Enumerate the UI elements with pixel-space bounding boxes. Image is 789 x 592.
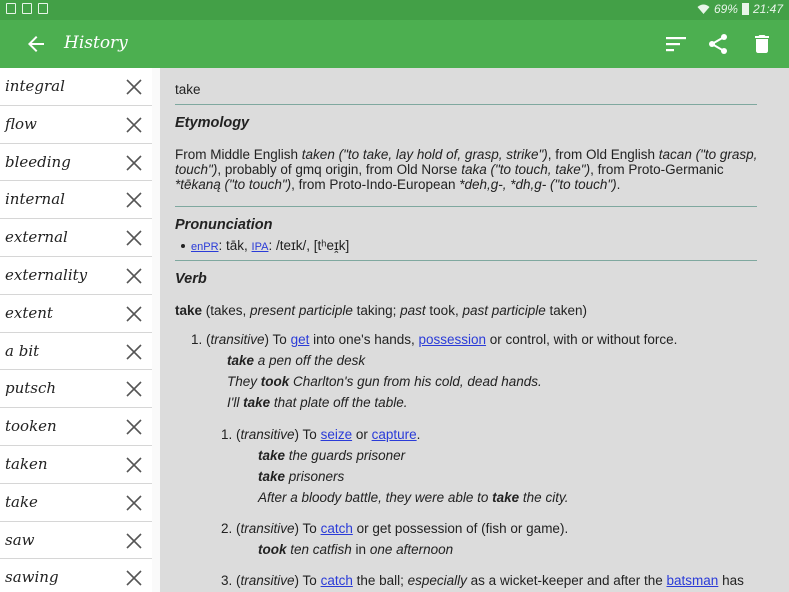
verb-heading: Verb: [175, 271, 207, 287]
history-word[interactable]: internal: [5, 190, 65, 208]
history-word[interactable]: a bit: [5, 342, 39, 360]
history-word[interactable]: take: [5, 493, 38, 511]
close-icon[interactable]: [124, 190, 144, 210]
gallery-notification-icon: [6, 3, 16, 14]
link-catch[interactable]: catch: [321, 521, 353, 536]
pronunciation-heading: Pronunciation: [175, 217, 273, 233]
history-item[interactable]: external: [0, 219, 152, 257]
history-item[interactable]: tooken: [0, 408, 152, 446]
close-icon[interactable]: [124, 266, 144, 286]
history-item[interactable]: externality: [0, 257, 152, 295]
sidebar-scroll-gutter: [152, 68, 160, 592]
play-notification-icon: [38, 3, 48, 14]
clock: 21:47: [752, 2, 783, 16]
sense-1-2: 2. (transitive) To catch or get possessi…: [221, 521, 569, 536]
history-item[interactable]: sawing: [0, 559, 152, 592]
close-icon[interactable]: [124, 228, 144, 248]
status-right: 69% 21:47: [697, 2, 783, 16]
download-notification-icon: [22, 3, 32, 14]
history-item[interactable]: internal: [0, 181, 152, 220]
headword: take: [175, 82, 201, 97]
close-icon[interactable]: [124, 342, 144, 362]
close-icon[interactable]: [124, 531, 144, 551]
history-list: integral flow bleeding internal external…: [0, 68, 160, 592]
history-item[interactable]: putsch: [0, 370, 152, 409]
app-bar: History: [0, 20, 789, 68]
close-icon[interactable]: [124, 455, 144, 475]
history-word[interactable]: flow: [5, 115, 37, 133]
history-word[interactable]: externality: [5, 266, 87, 284]
history-item[interactable]: bleeding: [0, 144, 152, 182]
link-catch[interactable]: catch: [321, 573, 353, 588]
history-item[interactable]: integral: [0, 68, 152, 106]
link-batsman[interactable]: batsman: [667, 573, 719, 588]
page-title: History: [64, 33, 128, 53]
example: take the guards prisoner: [258, 448, 406, 463]
divider: [175, 104, 757, 105]
close-icon[interactable]: [124, 568, 144, 588]
sense-1-3: 3. (transitive) To catch the ball; espec…: [221, 573, 744, 588]
divider: [175, 260, 757, 261]
sense-1-1: 1. (transitive) To seize or capture.: [221, 427, 421, 442]
close-icon[interactable]: [124, 379, 144, 399]
history-item[interactable]: taken: [0, 446, 152, 484]
etymology-heading: Etymology: [175, 115, 250, 131]
delete-icon[interactable]: [750, 32, 774, 56]
example: They took Charlton's gun from his cold, …: [227, 374, 542, 389]
link-possession[interactable]: possession: [419, 332, 487, 347]
history-word[interactable]: bleeding: [5, 153, 71, 171]
share-icon[interactable]: [706, 32, 730, 56]
example: After a bloody battle, they were able to…: [258, 490, 569, 505]
sort-icon[interactable]: [664, 32, 688, 56]
pronunciation-line: enPR: tāk, IPA: /teɪk/, [tʰeɪ̯k]: [177, 238, 349, 253]
history-item[interactable]: a bit: [0, 333, 152, 371]
back-arrow-icon[interactable]: [24, 32, 48, 56]
history-item[interactable]: flow: [0, 106, 152, 144]
close-icon[interactable]: [124, 417, 144, 437]
battery-percent: 69%: [713, 2, 738, 16]
definition-panel: take Etymology From Middle English taken…: [160, 68, 789, 592]
history-word[interactable]: saw: [5, 531, 34, 549]
enpr-link[interactable]: enPR: [191, 241, 219, 253]
bullet: [181, 244, 185, 248]
etymology-line-3: *tēkaną ("to touch"), from Proto-Indo-Eu…: [175, 177, 621, 192]
close-icon[interactable]: [124, 304, 144, 324]
close-icon[interactable]: [124, 115, 144, 135]
example: take prisoners: [258, 469, 345, 484]
history-item[interactable]: extent: [0, 295, 152, 333]
example: I'll take that plate off the table.: [227, 395, 408, 410]
history-word[interactable]: external: [5, 228, 68, 246]
history-item[interactable]: saw: [0, 522, 152, 560]
history-word[interactable]: sawing: [5, 568, 59, 586]
status-bar: 69% 21:47: [0, 0, 789, 20]
wifi-icon: [697, 4, 710, 14]
history-word[interactable]: integral: [5, 77, 65, 95]
sense-1: 1. (transitive) To get into one's hands,…: [191, 332, 678, 347]
battery-icon: [741, 3, 749, 15]
close-icon[interactable]: [124, 153, 144, 173]
divider: [175, 206, 757, 207]
link-seize[interactable]: seize: [321, 427, 353, 442]
history-item[interactable]: take: [0, 484, 152, 522]
ipa-link[interactable]: IPA: [252, 241, 269, 253]
example: take a pen off the desk: [227, 353, 366, 368]
link-capture[interactable]: capture: [372, 427, 417, 442]
history-word[interactable]: tooken: [5, 417, 57, 435]
close-icon[interactable]: [124, 77, 144, 97]
inflection-line: take (takes, present participle taking; …: [175, 303, 588, 318]
etymology-line-1: From Middle English taken ("to take, lay…: [175, 147, 758, 162]
close-icon[interactable]: [124, 493, 144, 513]
link-get[interactable]: get: [291, 332, 310, 347]
history-word[interactable]: taken: [5, 455, 48, 473]
etymology-line-2: touch"), probably of gmq origin, from Ol…: [175, 162, 724, 177]
example: took ten catfish in one afternoon: [258, 542, 454, 557]
history-word[interactable]: putsch: [5, 379, 56, 397]
history-word[interactable]: extent: [5, 304, 53, 322]
notification-icons: [6, 3, 48, 14]
